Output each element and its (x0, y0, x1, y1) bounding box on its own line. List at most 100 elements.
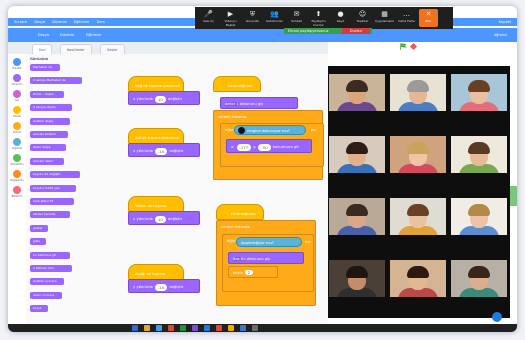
toolbar-button-apps[interactable]: ▦ Uygulamalar (375, 9, 394, 23)
taskbar-app-icon[interactable] (252, 325, 258, 331)
event-hat-block[interactable]: Aşağı ok tuşuna basılınca (128, 264, 184, 294)
palette-block[interactable]: renk etkisi 25 (30, 198, 74, 205)
participant-video-tile[interactable] (451, 136, 507, 173)
go-to-xy-block[interactable]: x: -177 y: -50 konumuna git (226, 139, 312, 153)
menu-item-tutorials[interactable]: Eğitimler (74, 20, 90, 24)
backdrop-dropdown[interactable]: dekor 1 (225, 102, 239, 106)
value-input[interactable]: 2 (244, 270, 253, 275)
palette-block[interactable]: boyutu 10 değiştir (30, 171, 80, 179)
menu-file[interactable]: Dosya (38, 28, 49, 42)
taskbar-app-icon[interactable] (156, 325, 162, 331)
participant-video-tile[interactable] (390, 136, 446, 173)
palette-block[interactable]: boyutu %100 yap (30, 184, 76, 192)
toolbar-button-record[interactable]: ● Kayıt (331, 9, 350, 23)
category-sound[interactable] (13, 90, 21, 98)
palette-block[interactable]: boyut (30, 305, 48, 313)
toolbar-button-reactions[interactable]: ☺ Tepkiler (353, 9, 372, 23)
category-variables[interactable] (13, 170, 21, 178)
event-hat-block[interactable]: Sağ ok tuşuna basılınca (128, 76, 184, 92)
taskbar-app-icon[interactable] (192, 325, 198, 331)
participant-video-tile[interactable] (451, 198, 507, 235)
palette-block[interactable]: kostüm değiş (30, 117, 70, 125)
palette-block[interactable]: 2 saniye Merhaba! de (30, 77, 82, 85)
category-control[interactable] (13, 122, 21, 130)
category-motion[interactable] (13, 58, 21, 66)
participant-video-tile[interactable] (390, 260, 446, 297)
switch-backdrop-block[interactable]: dekor 1 dekorunu giy (220, 97, 298, 109)
taskbar-app-icon[interactable] (240, 325, 246, 331)
toolbar-button-share[interactable]: ⬆ Paylaşımı Durdur (309, 9, 328, 27)
menu-tutorials[interactable]: Eğitimler (86, 28, 102, 42)
menu-item-file[interactable]: Dosya (34, 20, 45, 24)
toolbar-button-participants[interactable]: 👥 Katılımcılar (265, 9, 284, 23)
taskbar-app-icon[interactable] (132, 325, 138, 331)
green-flag-icon[interactable] (400, 43, 407, 50)
user-menu[interactable]: öğrenci (494, 28, 507, 42)
menu-edit[interactable]: Düzenle (60, 28, 74, 42)
palette-block[interactable]: etkileri temizle (30, 211, 70, 219)
color-swatch[interactable] (238, 127, 245, 134)
palette-block[interactable]: Hmm... düşün (30, 90, 64, 98)
stop-icon[interactable] (409, 42, 418, 51)
palette-block[interactable]: gizle (30, 238, 46, 246)
palette-block[interactable]: Merhaba! de (30, 64, 60, 71)
toolbar-button-end[interactable]: ✕ Bitir (419, 9, 438, 27)
participant-video-tile[interactable] (451, 260, 507, 297)
category-my-blocks[interactable] (13, 186, 21, 194)
toolbar-button-more[interactable]: … Daha Fazla (397, 9, 416, 23)
switch-backdrop-block[interactable]: Bas Bü dekorunu giy (228, 252, 304, 264)
palette-block[interactable]: 2 saniye düşün (30, 104, 72, 112)
taskbar-app-icon[interactable] (180, 325, 186, 331)
value-input[interactable]: 10 (155, 215, 166, 223)
value-input[interactable]: -10 (155, 147, 168, 155)
palette-block[interactable]: dekor değiş (30, 144, 66, 152)
palette-block[interactable]: sonraki dekor (30, 157, 64, 165)
change-x-block[interactable]: x yönünde -10 değiştir (128, 143, 200, 157)
participant-video-tile[interactable] (390, 198, 446, 235)
y-input[interactable]: -50 (258, 143, 271, 151)
palette-block[interactable]: sonraki kostüm (30, 131, 68, 138)
save-link[interactable]: Kaydet (499, 18, 511, 26)
sprite-dropdown[interactable]: Apple (241, 241, 251, 245)
palette-block[interactable]: dekor numara (30, 291, 62, 299)
participant-video-tile[interactable] (329, 198, 385, 235)
palette-block[interactable]: göster (30, 224, 48, 232)
when-flag-clicked-block[interactable]: tıklandığında (213, 76, 261, 92)
taskbar-app-icon[interactable] (144, 325, 150, 331)
taskbar-app-icon[interactable] (216, 325, 222, 331)
touching-sprite-block[interactable]: Appledeğiyor mu? (236, 237, 302, 247)
toolbar-button-chat[interactable]: ✉ Sohbet (287, 9, 306, 23)
wait-block[interactable]: bekle 2 (228, 266, 278, 278)
menu-item-scratch[interactable]: Scratch (14, 20, 27, 24)
toolbar-button-mic[interactable]: 🎤 Sesi Aç (199, 9, 218, 23)
chat-bubble-icon[interactable] (492, 312, 502, 322)
participant-video-tile[interactable] (329, 136, 385, 173)
x-input[interactable]: -177 (236, 143, 252, 151)
stop-share-button[interactable]: Durdur (342, 28, 370, 34)
participant-video-tile[interactable] (451, 74, 507, 111)
participant-video-tile[interactable] (390, 74, 446, 111)
palette-block[interactable]: 1 katman ileri (30, 265, 72, 272)
participant-video-tile[interactable] (329, 74, 385, 111)
change-x-block[interactable]: x yönünde 10 değiştir (128, 91, 200, 105)
event-hat-block[interactable]: Sol ok tuşuna basılınca (128, 128, 184, 144)
category-operators[interactable] (13, 154, 21, 162)
taskbar-app-icon[interactable] (228, 325, 234, 331)
event-hat-block[interactable]: Yukarı ok tuşuna basılınca (128, 196, 184, 226)
menu-item-edit[interactable]: Düzenle (52, 20, 66, 24)
category-events[interactable] (13, 106, 21, 114)
taskbar-app-icon[interactable] (204, 325, 210, 331)
palette-block[interactable]: kostüm numara (30, 278, 64, 286)
participant-video-tile[interactable] (329, 260, 385, 297)
value-input[interactable]: 10 (155, 95, 166, 103)
palette-block[interactable]: ön katmana git (30, 251, 70, 259)
toolbar-button-security[interactable]: ⛨ Güvenlik (243, 9, 262, 23)
taskbar-app-icon[interactable] (168, 325, 174, 331)
change-y-block[interactable]: y yönünde -10 değiştir (128, 279, 200, 293)
menu-item-lesson[interactable]: Ders (97, 20, 105, 24)
backdrop-dropdown[interactable]: Bas Bü (233, 257, 246, 261)
when-flag-clicked-block[interactable]: tıklandığında (216, 204, 264, 220)
category-sensing[interactable] (13, 138, 21, 146)
category-looks[interactable] (13, 74, 21, 82)
change-y-block[interactable]: y yönünde 10 değiştir (128, 211, 200, 225)
